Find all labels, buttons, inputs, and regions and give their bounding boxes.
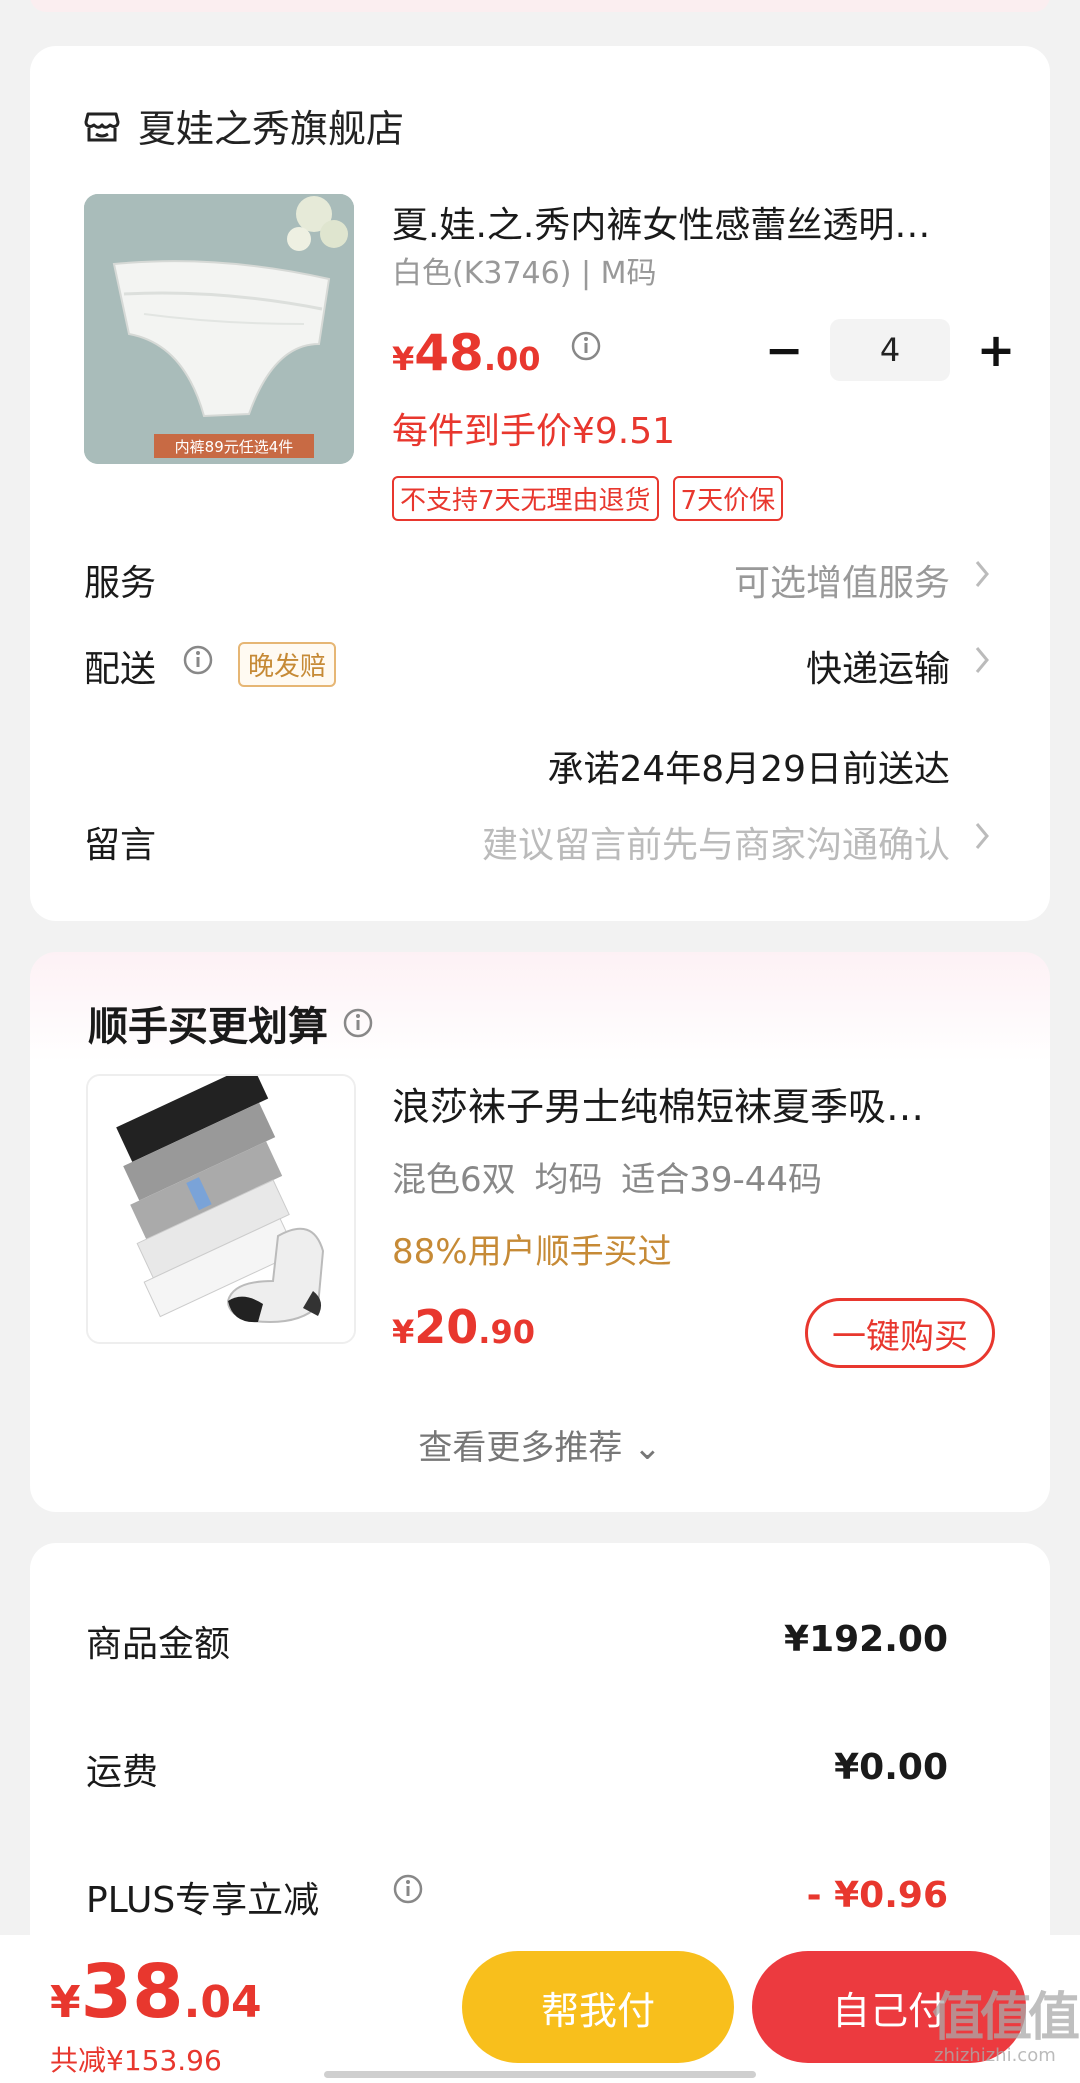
- late-delivery-badge: 晚发赔: [238, 642, 337, 687]
- total-price: ¥ 38 .04: [50, 1949, 262, 2035]
- watermark-logo: 值值值: [932, 1988, 1080, 2048]
- recommend-bought: 88%用户顺手买过: [392, 1232, 672, 1272]
- recommend-title: 顺手买更划算: [88, 994, 374, 1052]
- delivery-info-icon[interactable]: [182, 644, 214, 676]
- price-protect-tag: 7天价保: [672, 476, 784, 521]
- rec-price-decimal: .90: [478, 1313, 535, 1351]
- more-recommend-link[interactable]: 查看更多推荐 ⌄: [30, 1420, 1050, 1469]
- socks-image: [88, 1076, 354, 1342]
- increase-button[interactable]: +: [964, 318, 1028, 382]
- note-input[interactable]: 建议留言前先与商家沟通确认: [482, 816, 950, 868]
- shipping-value: ¥0.00: [834, 1747, 948, 1788]
- note-chevron-icon[interactable]: [972, 818, 992, 854]
- delivery-label: 配送: [84, 649, 157, 690]
- service-chevron-icon[interactable]: [972, 556, 992, 592]
- product-title[interactable]: 夏.娃.之.秀内裤女性感蕾丝透明…: [392, 196, 992, 248]
- recommend-card: 顺手买更划算 浪莎袜子男士纯棉短袜夏季吸… 混色6双 均码 适合39-44码 8…: [30, 952, 1050, 1512]
- goods-amount-label: 商品金额: [86, 1624, 231, 1665]
- delivery-chevron-icon[interactable]: [972, 642, 992, 678]
- service-label: 服务: [84, 563, 157, 604]
- recommend-spec: 混色6双 均码 适合39-44码: [392, 1160, 823, 1200]
- service-value[interactable]: 可选增值服务: [734, 554, 950, 606]
- rec-price-symbol: ¥: [392, 1313, 415, 1351]
- price-integer: 48: [414, 324, 484, 382]
- svg-text:内裤89元任选4件: 内裤89元任选4件: [175, 438, 294, 456]
- watermark-url: zhizhizhi.com: [934, 2045, 1056, 2066]
- previous-card-edge: [30, 0, 1050, 12]
- total-symbol: ¥: [50, 1977, 81, 2028]
- store-header[interactable]: 夏娃之秀旗舰店: [82, 98, 404, 153]
- home-indicator[interactable]: [324, 2071, 756, 2078]
- unit-price: 每件到手价¥9.51: [392, 411, 676, 452]
- delivery-promise: 承诺24年8月29日前送达: [547, 749, 950, 790]
- total-saved: 共减¥153.96: [50, 2044, 222, 2077]
- recommend-title-text: 顺手买更划算: [88, 1004, 328, 1050]
- store-name: 夏娃之秀旗舰店: [138, 107, 405, 151]
- help-pay-button[interactable]: 帮我付: [462, 1951, 734, 2063]
- underwear-image: 内裤89元任选4件: [84, 194, 354, 464]
- recommend-image[interactable]: [86, 1074, 356, 1344]
- checkout-bar: ¥ 38 .04 共减¥153.96 帮我付 自己付 值值值 zhizhizhi…: [0, 1935, 1080, 2083]
- product-image[interactable]: 内裤89元任选4件: [84, 194, 354, 464]
- note-label: 留言: [84, 825, 157, 866]
- rec-price-integer: 20: [414, 1300, 479, 1354]
- plus-discount-label: PLUS专享立减: [86, 1880, 320, 1921]
- recommend-info-icon[interactable]: [342, 1007, 374, 1039]
- goods-amount-value: ¥192.00: [784, 1619, 948, 1660]
- total-integer: 38: [80, 1949, 184, 2035]
- price-decimal: .00: [483, 340, 541, 378]
- plus-discount-value: - ¥0.96: [806, 1875, 948, 1916]
- recommend-name[interactable]: 浪莎袜子男士纯棉短袜夏季吸…: [392, 1076, 992, 1131]
- one-click-buy-button[interactable]: 一键购买: [805, 1298, 995, 1368]
- total-decimal: .04: [183, 1977, 262, 2028]
- price-symbol: ¥: [392, 340, 415, 378]
- decrease-button[interactable]: −: [752, 318, 816, 382]
- product-price: ¥ 48 .00: [392, 324, 541, 382]
- price-info-icon[interactable]: [570, 330, 602, 362]
- store-order-card: 夏娃之秀旗舰店 内裤89元任选4件 夏.娃.之.秀内裤女性感蕾丝透明… 白色(K…: [30, 46, 1050, 921]
- product-spec[interactable]: 白色(K3746) | M码: [392, 248, 657, 292]
- quantity-stepper: − 4 +: [752, 318, 1028, 382]
- delivery-value[interactable]: 快递运输: [806, 640, 950, 692]
- product-tags: 不支持7天无理由退货 7天价保: [392, 476, 784, 521]
- store-icon: [84, 112, 120, 141]
- no-return-tag: 不支持7天无理由退货: [392, 476, 659, 521]
- shipping-label: 运费: [86, 1752, 159, 1793]
- recommend-price: ¥ 20 .90: [392, 1300, 535, 1354]
- plus-info-icon[interactable]: [392, 1873, 424, 1905]
- quantity-value[interactable]: 4: [830, 319, 950, 381]
